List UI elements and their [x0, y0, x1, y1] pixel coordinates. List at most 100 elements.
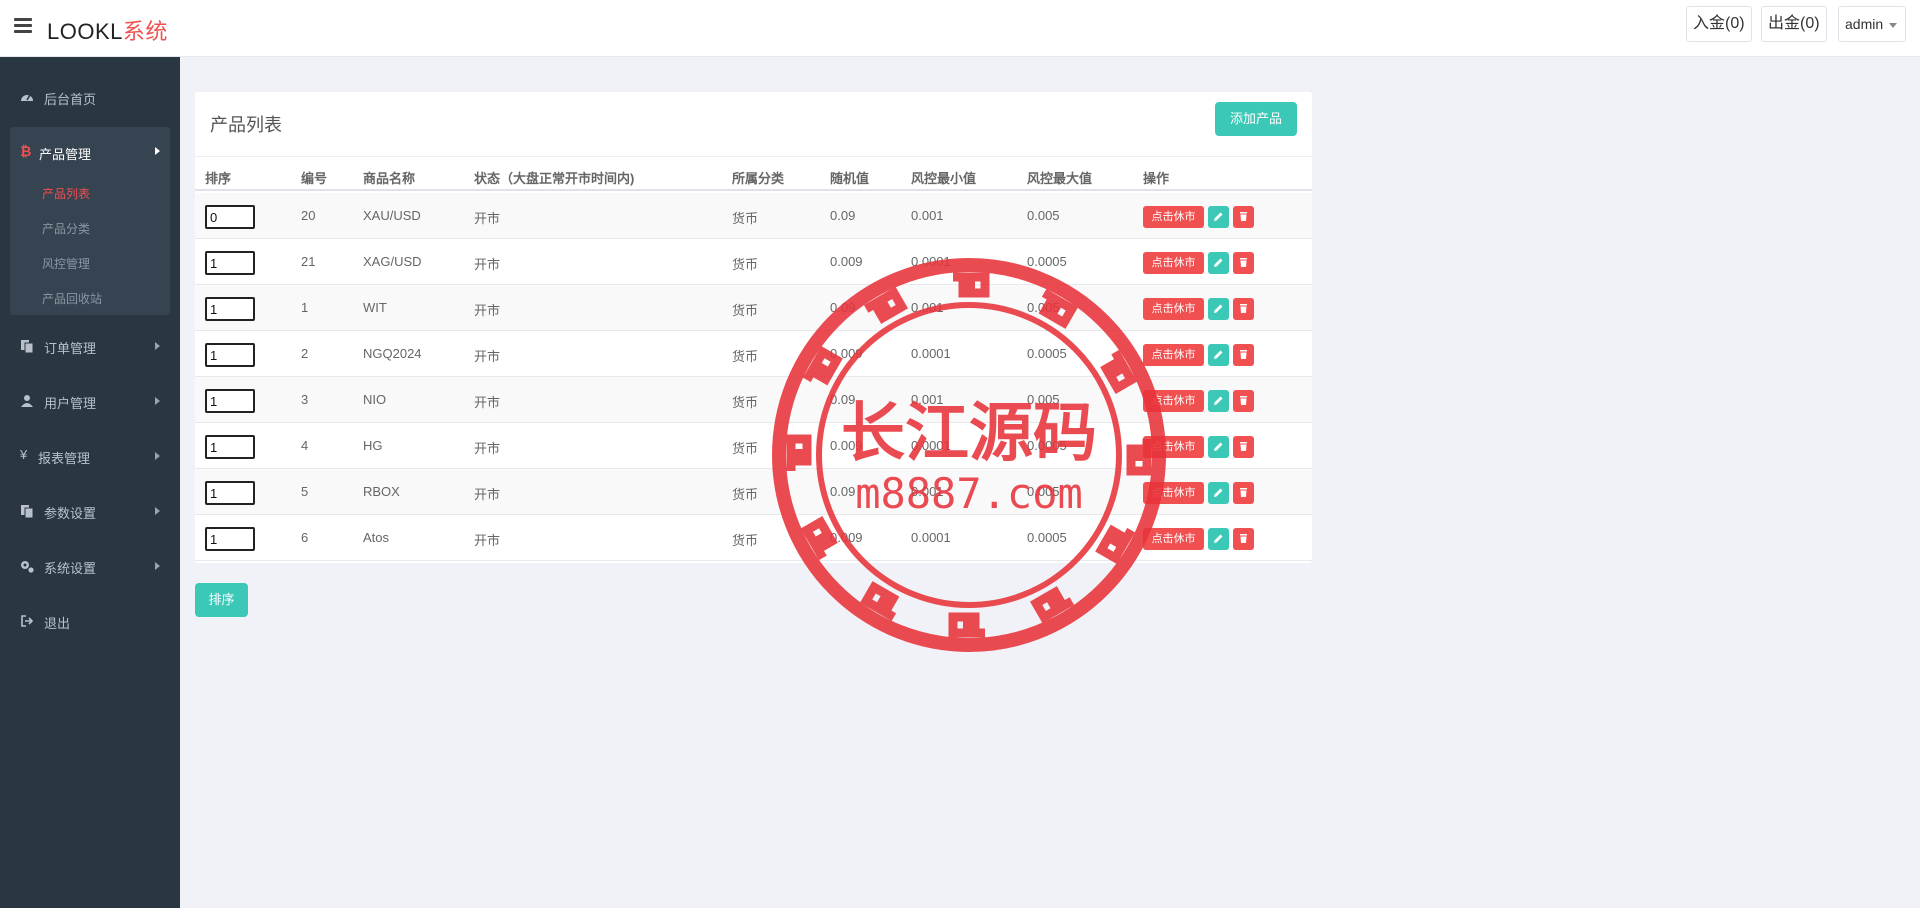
sidebar-item-reports[interactable]: ¥ 报表管理: [0, 436, 180, 476]
cell-max: 0.005: [1027, 300, 1060, 315]
cell-id: 1: [301, 300, 309, 315]
cell-random: 0.009: [830, 438, 863, 453]
menu-toggle-icon[interactable]: [14, 18, 32, 34]
sidebar-item-logout[interactable]: 退出: [0, 601, 180, 641]
pencil-icon: [1214, 442, 1223, 451]
cell-random: 0.009: [830, 530, 863, 545]
sort-order-input[interactable]: [205, 343, 255, 367]
edit-button[interactable]: [1208, 482, 1229, 504]
column-header: 商品名称: [363, 171, 416, 186]
trash-icon: [1240, 212, 1247, 221]
user-name: admin: [1845, 16, 1884, 32]
delete-button[interactable]: [1233, 252, 1254, 274]
cell-name: NGQ2024: [363, 346, 422, 361]
close-market-button[interactable]: 点击休市: [1143, 206, 1204, 228]
cell-id: 4: [301, 438, 309, 453]
sidebar-item-dashboard[interactable]: 后台首页: [0, 77, 180, 117]
cell-max: 0.005: [1027, 392, 1060, 407]
delete-button[interactable]: [1233, 528, 1254, 550]
sidebar-item-system[interactable]: 系统设置: [0, 546, 180, 586]
table-row: 21 XAG/USD 开市 货币 0.009 0.0001 0.0005 点击休市: [195, 239, 1312, 285]
sort-button[interactable]: 排序: [195, 583, 248, 617]
cell-category: 货币: [732, 257, 759, 272]
delete-button[interactable]: [1233, 390, 1254, 412]
pencil-icon: [1214, 488, 1223, 497]
edit-button[interactable]: [1208, 436, 1229, 458]
table-row: 5 RBOX 开市 货币 0.09 0.001 0.005 点击休市: [195, 469, 1312, 515]
cell-max: 0.0005: [1027, 438, 1067, 453]
sidebar-item-label: 产品管理: [39, 147, 92, 162]
cell-min: 0.001: [911, 484, 944, 499]
edit-button[interactable]: [1208, 252, 1229, 274]
edit-button[interactable]: [1208, 344, 1229, 366]
chevron-right-icon: [155, 397, 160, 405]
sidebar-item-label: 参数设置: [44, 506, 97, 521]
column-header: 风控最大值: [1027, 171, 1093, 186]
cell-min: 0.001: [911, 208, 944, 223]
cell-category: 货币: [732, 303, 759, 318]
sidebar-subitem-recycle-bin[interactable]: 产品回收站: [42, 290, 102, 307]
sidebar-subitem-product-category[interactable]: 产品分类: [42, 220, 90, 237]
trash-icon: [1240, 442, 1247, 451]
sort-order-input[interactable]: [205, 527, 255, 551]
trash-icon: [1240, 350, 1247, 359]
close-market-button[interactable]: 点击休市: [1143, 528, 1204, 550]
close-market-button[interactable]: 点击休市: [1143, 298, 1204, 320]
close-market-button[interactable]: 点击休市: [1143, 436, 1204, 458]
edit-button[interactable]: [1208, 206, 1229, 228]
pencil-icon: [1214, 396, 1223, 405]
edit-button[interactable]: [1208, 298, 1229, 320]
table-row: 4 HG 开市 货币 0.009 0.0001 0.0005 点击休市: [195, 423, 1312, 469]
sidebar-subitem-risk-control[interactable]: 风控管理: [42, 255, 90, 272]
cell-random: 0.009: [830, 254, 863, 269]
column-header: 随机值: [830, 171, 870, 186]
sidebar-subitem-product-list[interactable]: 产品列表: [42, 185, 90, 202]
delete-button[interactable]: [1233, 344, 1254, 366]
sort-order-input[interactable]: [205, 481, 255, 505]
close-market-button[interactable]: 点击休市: [1143, 344, 1204, 366]
cell-category: 货币: [732, 487, 759, 502]
sidebar-item-orders[interactable]: 订单管理: [0, 326, 180, 366]
cell-id: 2: [301, 346, 309, 361]
delete-button[interactable]: [1233, 436, 1254, 458]
pencil-icon: [1214, 212, 1223, 221]
cell-category: 货币: [732, 211, 759, 226]
sort-order-input[interactable]: [205, 389, 255, 413]
top-header: LOOKL系统 入金(0) 出金(0) admin: [0, 0, 1920, 57]
sidebar-item-params[interactable]: 参数设置: [0, 491, 180, 531]
cell-category: 货币: [732, 441, 759, 456]
cell-min: 0.0001: [911, 254, 951, 269]
cell-status: 开市: [474, 533, 501, 548]
withdraw-button[interactable]: 出金(0): [1761, 6, 1827, 42]
user-menu-button[interactable]: admin: [1838, 6, 1906, 42]
delete-button[interactable]: [1233, 298, 1254, 320]
delete-button[interactable]: [1233, 206, 1254, 228]
cell-max: 0.0005: [1027, 346, 1067, 361]
cell-min: 0.001: [911, 300, 944, 315]
dashboard-icon: [21, 94, 33, 101]
sidebar: 后台首页 ₿ 产品管理 产品列表 产品分类 风控管理 产品回收站 订单管理 用户…: [0, 57, 180, 908]
cogs-icon: [21, 561, 34, 573]
cell-name: HG: [363, 438, 383, 453]
sidebar-item-products[interactable]: ₿ 产品管理: [10, 127, 170, 175]
deposit-button[interactable]: 入金(0): [1686, 6, 1752, 42]
sort-order-input[interactable]: [205, 297, 255, 321]
close-market-button[interactable]: 点击休市: [1143, 482, 1204, 504]
cell-id: 3: [301, 392, 309, 407]
cell-id: 20: [301, 208, 316, 223]
edit-button[interactable]: [1208, 528, 1229, 550]
chevron-right-icon: [155, 452, 160, 460]
sidebar-item-users[interactable]: 用户管理: [0, 381, 180, 421]
sort-order-input[interactable]: [205, 251, 255, 275]
edit-button[interactable]: [1208, 390, 1229, 412]
sidebar-item-label: 报表管理: [38, 451, 91, 466]
cell-min: 0.001: [911, 392, 944, 407]
sort-order-input[interactable]: [205, 435, 255, 459]
delete-button[interactable]: [1233, 482, 1254, 504]
close-market-button[interactable]: 点击休市: [1143, 252, 1204, 274]
close-market-button[interactable]: 点击休市: [1143, 390, 1204, 412]
sort-order-input[interactable]: [205, 205, 255, 229]
column-header: 所属分类: [732, 171, 785, 186]
add-product-button[interactable]: 添加产品: [1215, 102, 1297, 136]
bitcoin-icon: ₿: [20, 143, 32, 159]
